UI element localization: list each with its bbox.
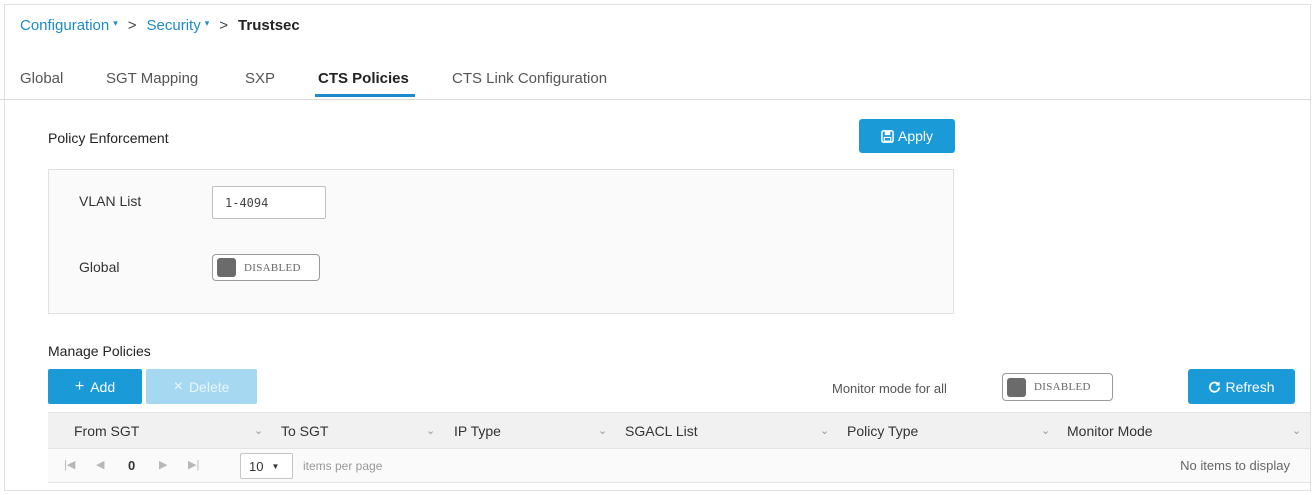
apply-label: Apply xyxy=(897,128,934,144)
items-per-page-select[interactable]: 10 ▼ xyxy=(240,453,293,479)
tab-sxp[interactable]: SXP xyxy=(245,70,275,87)
breadcrumb-separator: > xyxy=(127,16,137,34)
column-header-from-sgt[interactable]: From SGT xyxy=(74,413,139,448)
next-page-icon[interactable]: ▶ xyxy=(159,458,167,471)
previous-page-icon[interactable]: ◀ xyxy=(96,458,104,471)
chevron-down-icon[interactable]: ⌄ xyxy=(598,413,607,448)
caret-down-icon: ▼ xyxy=(271,461,280,471)
manage-policies-title: Manage Policies xyxy=(48,343,151,359)
policy-enforcement-panel xyxy=(48,169,954,314)
tab-cts-link-configuration[interactable]: CTS Link Configuration xyxy=(452,70,607,87)
vlan-list-input[interactable]: 1-4094 xyxy=(212,186,326,219)
tab-bar: Global SGT Mapping SXP CTS Policies CTS … xyxy=(0,66,1311,100)
toggle-knob xyxy=(217,258,236,277)
chevron-down-icon[interactable]: ⌄ xyxy=(254,413,263,448)
breadcrumb-configuration[interactable]: Configuration xyxy=(20,17,109,34)
breadcrumb-security[interactable]: Security xyxy=(147,17,201,34)
items-per-page-value: 10 xyxy=(249,458,264,474)
column-header-ip-type[interactable]: IP Type xyxy=(454,413,501,448)
last-page-icon[interactable]: ▶| xyxy=(188,458,199,471)
column-header-to-sgt[interactable]: To SGT xyxy=(281,413,328,448)
tab-global[interactable]: Global xyxy=(20,70,63,87)
refresh-label: Refresh xyxy=(1225,378,1275,395)
caret-down-icon[interactable]: ▾ xyxy=(113,18,118,29)
close-icon: × xyxy=(173,377,183,395)
toggle-knob xyxy=(1007,377,1026,397)
toggle-state-label: DISABLED xyxy=(1034,381,1091,393)
column-header-monitor-mode[interactable]: Monitor Mode xyxy=(1067,413,1153,448)
chevron-down-icon[interactable]: ⌄ xyxy=(426,413,435,448)
caret-down-icon[interactable]: ▾ xyxy=(205,18,210,29)
items-per-page-label: items per page xyxy=(303,459,383,473)
monitor-mode-all-label: Monitor mode for all xyxy=(832,381,947,396)
current-page-number: 0 xyxy=(128,458,136,473)
policies-grid-header: From SGT ⌄ To SGT ⌄ IP Type ⌄ SGACL List… xyxy=(48,412,1310,449)
delete-label: Delete xyxy=(188,378,230,395)
refresh-button[interactable]: Refresh xyxy=(1188,369,1295,404)
chevron-down-icon[interactable]: ⌄ xyxy=(1292,413,1301,448)
column-header-policy-type[interactable]: Policy Type xyxy=(847,413,918,448)
vlan-list-label: VLAN List xyxy=(79,193,142,209)
apply-button[interactable]: Apply xyxy=(859,119,955,153)
plus-icon: + xyxy=(74,377,85,395)
column-header-sgacl-list[interactable]: SGACL List xyxy=(625,413,698,448)
refresh-icon xyxy=(1209,381,1221,393)
breadcrumb: Configuration ▾ > Security ▾ > Trustsec xyxy=(20,15,300,35)
chevron-down-icon[interactable]: ⌄ xyxy=(1041,413,1050,448)
save-icon xyxy=(881,129,894,143)
tab-cts-policies[interactable]: CTS Policies xyxy=(318,70,409,87)
chevron-down-icon[interactable]: ⌄ xyxy=(820,413,829,448)
active-tab-indicator xyxy=(315,94,415,97)
policy-enforcement-title: Policy Enforcement xyxy=(48,130,169,146)
monitor-mode-all-toggle[interactable]: DISABLED xyxy=(1002,373,1113,401)
add-label: Add xyxy=(90,378,116,395)
global-label: Global xyxy=(79,259,120,275)
delete-button[interactable]: × Delete xyxy=(146,369,257,404)
toggle-state-label: DISABLED xyxy=(244,261,301,274)
breadcrumb-separator: > xyxy=(219,16,229,34)
tab-sgt-mapping[interactable]: SGT Mapping xyxy=(106,70,198,87)
breadcrumb-current: Trustsec xyxy=(238,16,300,34)
first-page-icon[interactable]: |◀ xyxy=(64,458,75,471)
policies-grid-pager: |◀ ◀ 0 ▶ ▶| 10 ▼ items per page No items… xyxy=(48,449,1310,483)
add-button[interactable]: + Add xyxy=(48,369,142,404)
empty-grid-message: No items to display xyxy=(1180,458,1290,473)
global-enforcement-toggle[interactable]: DISABLED xyxy=(212,254,320,281)
